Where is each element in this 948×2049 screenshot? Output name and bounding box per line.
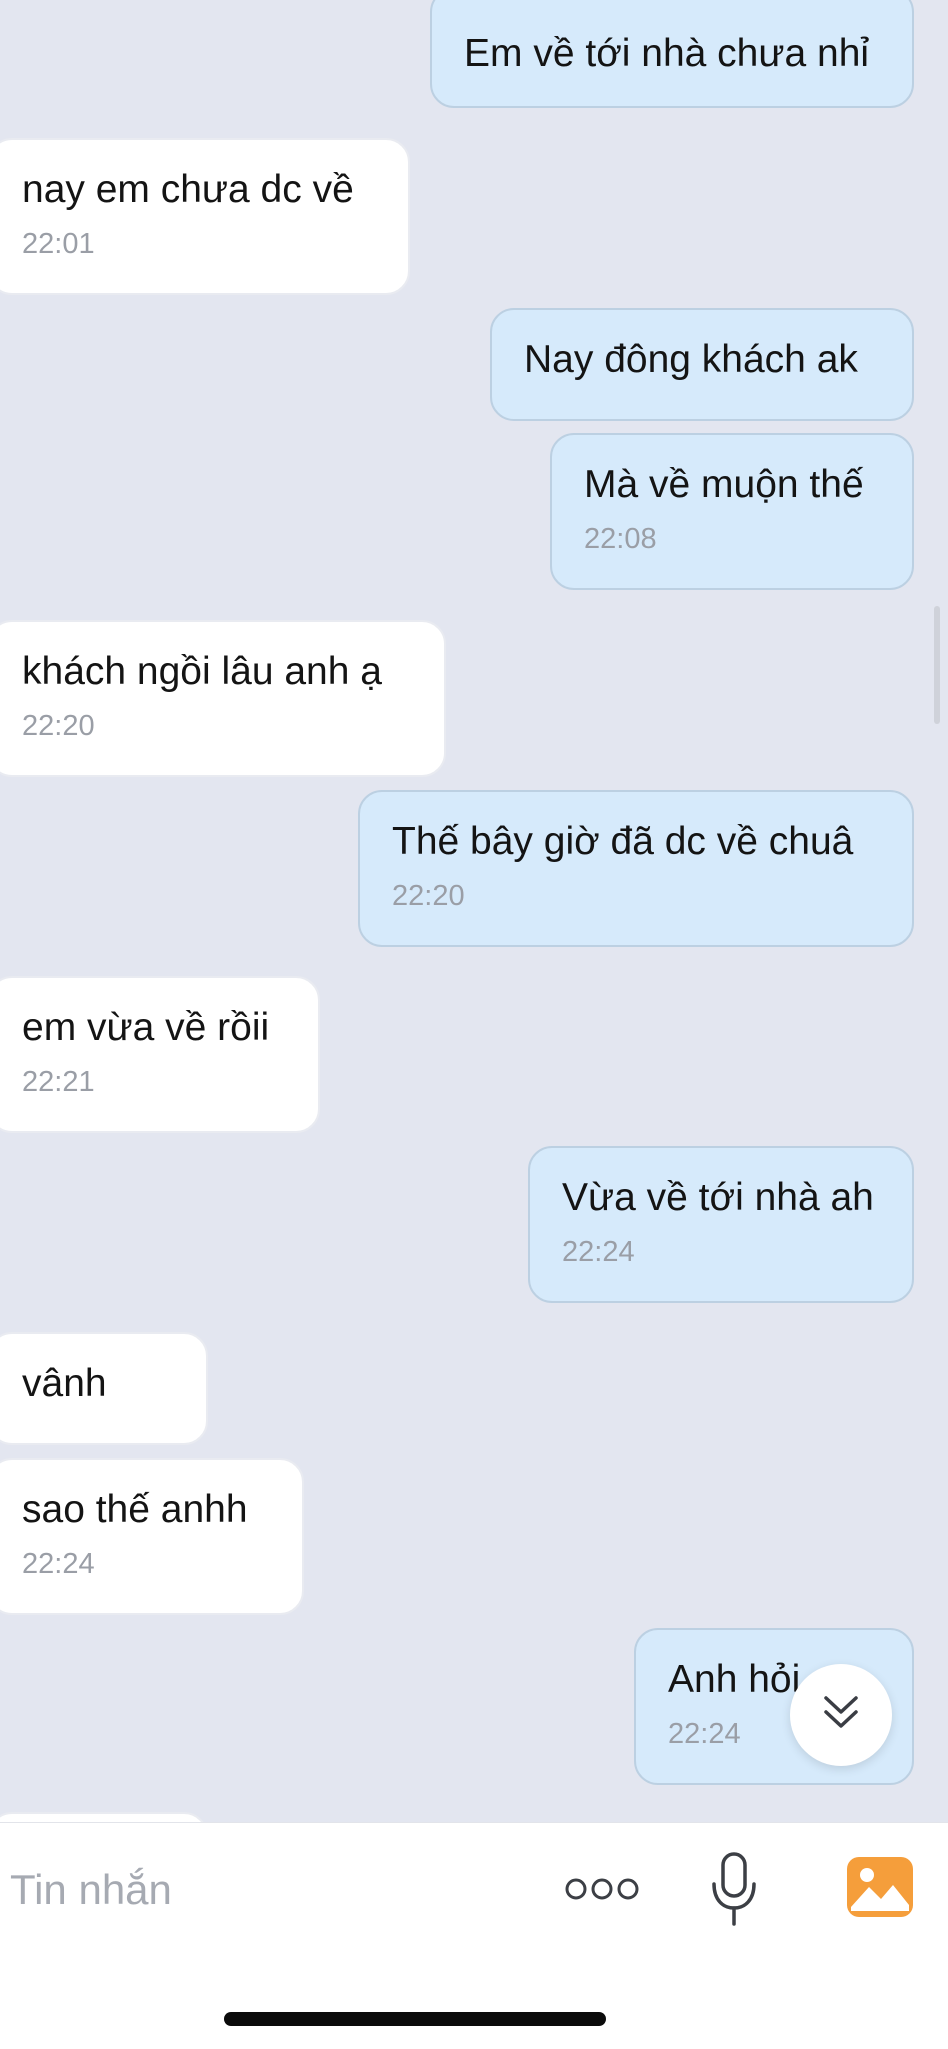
message-text: Nay đông khách ak	[524, 338, 858, 381]
message-list[interactable]: Em về tới nhà chưa nhỉ nay em chưa dc về…	[0, 0, 948, 1822]
message-bubble-incoming[interactable]: em vừa về rồii 22:21	[0, 976, 320, 1133]
more-options-button[interactable]	[556, 1863, 648, 1919]
message-bubble-incoming[interactable]: khách ngồi lâu anh ạ 22:20	[0, 620, 446, 777]
microphone-icon	[709, 1850, 759, 1933]
message-bubble-incoming[interactable]: nay em chưa dc về 22:01	[0, 138, 410, 295]
message-bubble-incoming[interactable]: sao thế anhh 22:24	[0, 1458, 304, 1615]
message-time: 22:21	[22, 1066, 95, 1098]
message-text: em vừa về rồii	[22, 1006, 270, 1049]
scrollbar[interactable]	[934, 606, 940, 724]
voice-record-button[interactable]	[700, 1843, 768, 1939]
image-gallery-icon	[845, 1855, 915, 1924]
message-time: 22:24	[562, 1236, 635, 1268]
message-time: 22:01	[22, 228, 95, 260]
message-time: 22:08	[584, 523, 657, 555]
message-text: sao thế anhh	[22, 1488, 248, 1531]
message-text: khách ngồi lâu anh ạ	[22, 650, 382, 693]
message-bubble-outgoing[interactable]: Vừa về tới nhà ah 22:24	[528, 1146, 914, 1303]
scroll-to-bottom-button[interactable]	[790, 1664, 892, 1766]
message-bubble-outgoing[interactable]: Em về tới nhà chưa nhỉ	[430, 0, 914, 108]
message-time: 22:20	[22, 710, 95, 742]
message-text: Vừa về tới nhà ah	[562, 1176, 874, 1219]
message-bubble-outgoing[interactable]: Mà về muộn thế 22:08	[550, 433, 914, 590]
home-indicator	[224, 2012, 606, 2026]
gallery-button[interactable]	[842, 1851, 918, 1927]
message-time: 22:20	[392, 880, 465, 912]
message-bubble-incoming[interactable]	[0, 1812, 208, 1822]
double-chevron-down-icon	[818, 1690, 864, 1741]
message-text: Thế bây giờ đã dc về chuâ	[392, 820, 854, 863]
message-input[interactable]	[10, 1855, 530, 1925]
message-text: vânh	[22, 1362, 107, 1405]
message-text: Em về tới nhà chưa nhỉ	[464, 32, 870, 75]
message-bubble-outgoing[interactable]: Nay đông khách ak	[490, 308, 914, 421]
message-bubble-incoming[interactable]: vânh	[0, 1332, 208, 1445]
more-options-icon	[564, 1876, 640, 1907]
message-bubble-outgoing[interactable]: Thế bây giờ đã dc về chuâ 22:20	[358, 790, 914, 947]
message-text: Mà về muộn thế	[584, 463, 864, 506]
message-text: nay em chưa dc về	[22, 168, 354, 211]
message-time: 22:24	[22, 1548, 95, 1580]
